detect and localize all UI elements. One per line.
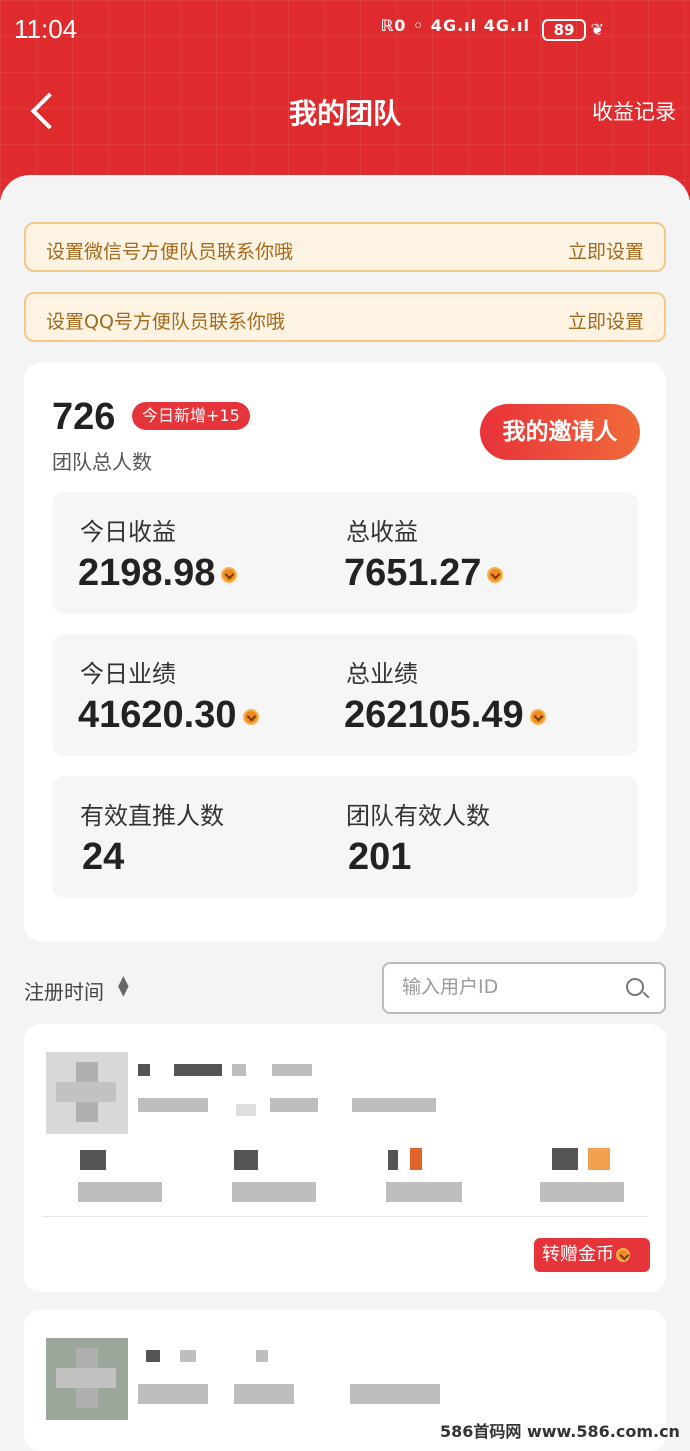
blurred-value [540,1182,624,1202]
team-valid-value: 201 [348,836,412,878]
blurred-name [232,1064,246,1076]
coin-icon [529,708,546,725]
user-id-search-input[interactable] [402,976,602,998]
blurred-value [552,1148,578,1170]
qq-setup-button[interactable]: 立即设置 [568,307,644,334]
direct-valid-value: 24 [82,836,125,878]
wechat-notice: 设置微信号方便队员联系你哦 立即设置 [24,222,666,272]
coin-icon [242,708,259,725]
today-performance-value: 41620.30 [78,694,237,736]
blurred-value [588,1148,610,1170]
direct-valid-label: 有效直推人数 [80,802,224,830]
blurred-name [180,1350,196,1362]
member-card: 转赠金币 [24,1024,666,1292]
blurred-id [236,1104,256,1116]
blurred-value [234,1150,258,1170]
blurred-name [146,1350,160,1362]
status-bar: 11:04 89 ❦ ℝ0 ◦ 4G.ıl 4G.ıl [0,0,690,60]
blurred-value [388,1150,398,1170]
total-performance-value: 262105.49 [344,694,524,736]
battery-icon: 89 [542,19,586,41]
qq-notice: 设置QQ号方便队员联系你哦 立即设置 [24,292,666,342]
blurred-id [352,1098,436,1112]
blurred-value [78,1182,162,1202]
team-valid-label: 团队有效人数 [346,802,490,830]
today-performance-label: 今日业绩 [80,660,176,688]
avatar [46,1052,128,1134]
blurred-id [138,1098,208,1112]
sort-icon[interactable]: ▲ ▼ [118,974,129,998]
sort-by-register-time[interactable]: 注册时间 [24,976,104,1005]
wechat-notice-text: 设置微信号方便队员联系你哦 [46,241,294,263]
blurred-value [410,1148,422,1170]
members-stat-box: 有效直推人数 24 团队有效人数 201 [52,776,638,898]
coin-icon [487,566,504,583]
team-total-label: 团队总人数 [52,450,152,474]
team-stats-card: 726 今日新增+15 团队总人数 我的邀请人 今日收益 2198.98 总收益… [24,362,666,942]
team-total-count: 726 [52,396,116,438]
my-inviter-button[interactable]: 我的邀请人 [480,404,640,460]
power-saving-icon: ❦ [590,20,604,39]
today-earnings-value: 2198.98 [78,552,216,594]
blurred-name [256,1350,268,1362]
total-earnings-value: 7651.27 [344,552,482,594]
today-new-badge: 今日新增+15 [132,402,250,430]
header-background: 11:04 89 ❦ ℝ0 ◦ 4G.ıl 4G.ıl 我的团队 收益记录 [0,0,690,200]
wechat-setup-button[interactable]: 立即设置 [568,237,644,264]
earnings-record-link[interactable]: 收益记录 [592,96,676,126]
signal-icons: ℝ0 ◦ 4G.ıl 4G.ıl [380,16,530,35]
search-icon[interactable] [626,978,644,996]
blurred-value [80,1150,106,1170]
blurred-id [138,1384,208,1404]
blurred-id [350,1384,440,1404]
blurred-value [386,1182,462,1202]
search-box [382,962,666,1014]
site-watermark: 586首码网 www.586.com.cn [440,1422,680,1441]
today-earnings-label: 今日收益 [80,518,176,546]
blurred-name [138,1064,150,1076]
total-performance-label: 总业绩 [346,660,418,688]
blurred-name [272,1064,312,1076]
transfer-coins-label: 转赠金币 [542,1244,614,1265]
divider [42,1216,648,1217]
blurred-name [174,1064,222,1076]
filter-row: 注册时间 ▲ ▼ [24,962,666,1014]
status-time: 11:04 [14,14,78,44]
blurred-id [270,1098,318,1112]
page-title: 我的团队 [288,97,401,130]
coin-icon [221,566,238,583]
coin-icon [616,1248,630,1262]
qq-notice-text: 设置QQ号方便队员联系你哦 [46,311,285,333]
blurred-id [234,1384,294,1404]
earnings-stat-box: 今日收益 2198.98 总收益 7651.27 [52,492,638,614]
avatar [46,1338,128,1420]
transfer-coins-button[interactable]: 转赠金币 [534,1238,650,1272]
blurred-value [232,1182,316,1202]
performance-stat-box: 今日业绩 41620.30 总业绩 262105.49 [52,634,638,756]
total-earnings-label: 总收益 [346,518,418,546]
